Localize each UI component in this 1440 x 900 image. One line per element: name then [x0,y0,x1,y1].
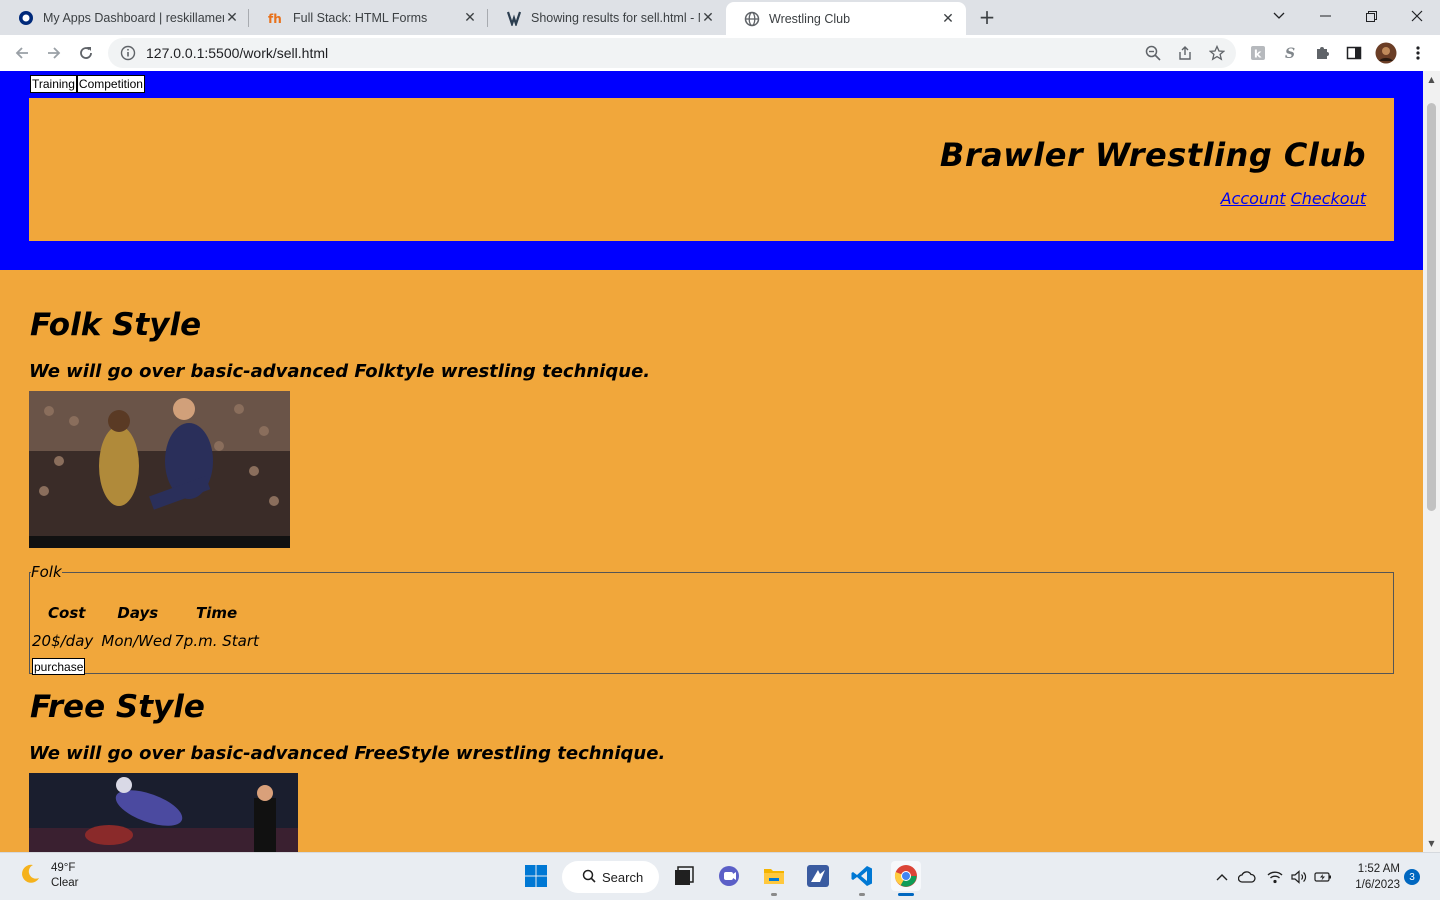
vscode-icon[interactable] [847,861,877,891]
page-scrollbar[interactable]: ▲ ▼ [1423,71,1440,852]
days-header: Days [117,603,159,622]
folk-plan-table: Cost Days Time 20$/day Mon/Wed 7p.m. Sta… [32,599,259,656]
profile-avatar[interactable] [1375,42,1397,64]
folk-plan-fieldset: Folk Cost Days Time 20$/day Mon/Wed 7p.m… [29,563,1394,675]
purchase-button[interactable]: purchase [32,658,86,675]
site-info-icon[interactable] [120,45,136,61]
bookmark-star-icon[interactable] [1206,42,1228,64]
tab-full-stack-html-forms[interactable]: fh Full Stack: HTML Forms ✕ [250,0,488,35]
account-link[interactable]: Account [1221,189,1286,208]
close-window-icon[interactable] [1394,0,1440,32]
tab-title: Wrestling Club [769,11,851,26]
reload-icon[interactable] [72,39,100,67]
chrome-icon[interactable] [891,861,921,891]
tab-separator [248,9,249,27]
page-viewport: Training Competition Brawler Wrestling C… [0,71,1440,852]
back-icon[interactable] [8,39,36,67]
svg-text:k: k [1254,48,1262,61]
okta-icon [18,10,34,26]
tab-title: My Apps Dashboard | reskillamer [43,10,224,25]
folk-plan-legend: Folk [31,563,62,581]
app-running-indicator [771,893,777,896]
chevron-up-icon[interactable] [1212,867,1232,887]
weather-condition: Clear [51,877,79,889]
forward-icon[interactable] [40,39,68,67]
share-icon[interactable] [1174,42,1196,64]
free-style-description: We will go over basic-advanced FreeStyle… [29,743,666,764]
svg-text:fh: fh [268,12,282,26]
file-explorer-icon[interactable] [759,861,789,891]
folk-style-description: We will go over basic-advanced Folktyle … [29,361,651,382]
clock-time: 1:52 AM [1357,863,1400,875]
tab-title: Showing results for sell.html - Nu [531,10,700,25]
browser-menu-icon[interactable] [1407,42,1429,64]
competition-button[interactable]: Competition [76,75,145,93]
moon-icon [18,862,42,890]
close-icon[interactable]: ✕ [940,10,956,27]
restore-icon[interactable] [1348,0,1394,32]
weather-temp: 49°F [51,862,76,874]
days-value: Mon/Wed [101,632,172,650]
minimize-icon[interactable] [1302,0,1348,32]
site-header: Training Competition Brawler Wrestling C… [0,71,1423,270]
svg-text:S: S [1285,46,1295,61]
volume-icon[interactable] [1289,867,1309,887]
time-value: 7p.m. Start [174,632,259,650]
tab-search-icon[interactable] [1256,0,1302,32]
side-panel-icon[interactable] [1343,42,1365,64]
dev-app-icon[interactable] [803,861,833,891]
notification-badge[interactable]: 3 [1404,869,1420,885]
training-button[interactable]: Training [30,75,77,93]
start-icon[interactable] [521,861,551,891]
tab-validator-results[interactable]: Showing results for sell.html - Nu ✕ [488,0,726,35]
cost-value: 20$/day [32,632,94,650]
search-label: Search [602,869,644,885]
tab-my-apps-dashboard[interactable]: My Apps Dashboard | reskillamer ✕ [0,0,250,35]
address-bar[interactable]: 127.0.0.1:5500/work/sell.html [108,38,1236,68]
scroll-down-icon[interactable]: ▼ [1427,839,1436,848]
wifi-icon[interactable] [1265,867,1285,887]
free-style-heading: Free Style [30,689,205,725]
checkout-link[interactable]: Checkout [1291,189,1366,208]
top-nav: Training Competition [30,75,145,93]
onedrive-cloud-icon[interactable] [1237,867,1257,887]
clock-date: 1/6/2023 [1355,879,1400,891]
cost-header: Cost [48,603,86,622]
app-active-indicator [898,893,914,896]
time-header: Time [195,603,238,622]
app-running-indicator [859,893,865,896]
task-view-icon[interactable] [669,861,699,891]
new-tab-icon[interactable]: + [976,5,998,29]
taskbar-clock[interactable]: 1:52 AM 1/6/2023 [1348,861,1400,893]
url-text: 127.0.0.1:5500/work/sell.html [146,45,329,61]
close-icon[interactable]: ✕ [462,9,478,26]
site-title: Brawler Wrestling Club [939,136,1366,174]
header-banner: Brawler Wrestling Club Account Checkout [29,98,1394,241]
folk-style-photo [29,391,290,548]
tab-title: Full Stack: HTML Forms [293,10,428,25]
free-style-photo [29,773,298,852]
scroll-up-icon[interactable]: ▲ [1427,75,1436,84]
browser-tab-strip: My Apps Dashboard | reskillamer ✕ fh Ful… [0,0,1440,35]
search-icon [582,869,596,886]
teams-chat-icon[interactable] [714,861,744,891]
extension-k-icon[interactable]: k [1247,42,1269,64]
battery-icon[interactable] [1313,867,1333,887]
extensions-puzzle-icon[interactable] [1311,42,1333,64]
validator-icon [506,10,522,26]
close-icon[interactable]: ✕ [700,9,716,26]
globe-icon [744,11,760,27]
weather-widget[interactable]: 49°F Clear [18,861,78,891]
browser-toolbar: 127.0.0.1:5500/work/sell.html k S [0,35,1440,71]
close-icon[interactable]: ✕ [224,9,240,26]
scroll-thumb[interactable] [1427,103,1436,511]
header-links: Account Checkout [1221,189,1366,208]
extension-s-icon[interactable]: S [1279,42,1301,64]
tab-wrestling-club[interactable]: Wrestling Club ✕ [726,2,966,35]
taskbar-search[interactable]: Search [562,861,659,893]
fh-icon: fh [268,10,284,26]
folk-style-heading: Folk Style [30,307,202,343]
windows-taskbar: 49°F Clear Search 1:52 AM 1/6/2023 3 [0,852,1440,900]
zoom-icon[interactable] [1142,42,1164,64]
